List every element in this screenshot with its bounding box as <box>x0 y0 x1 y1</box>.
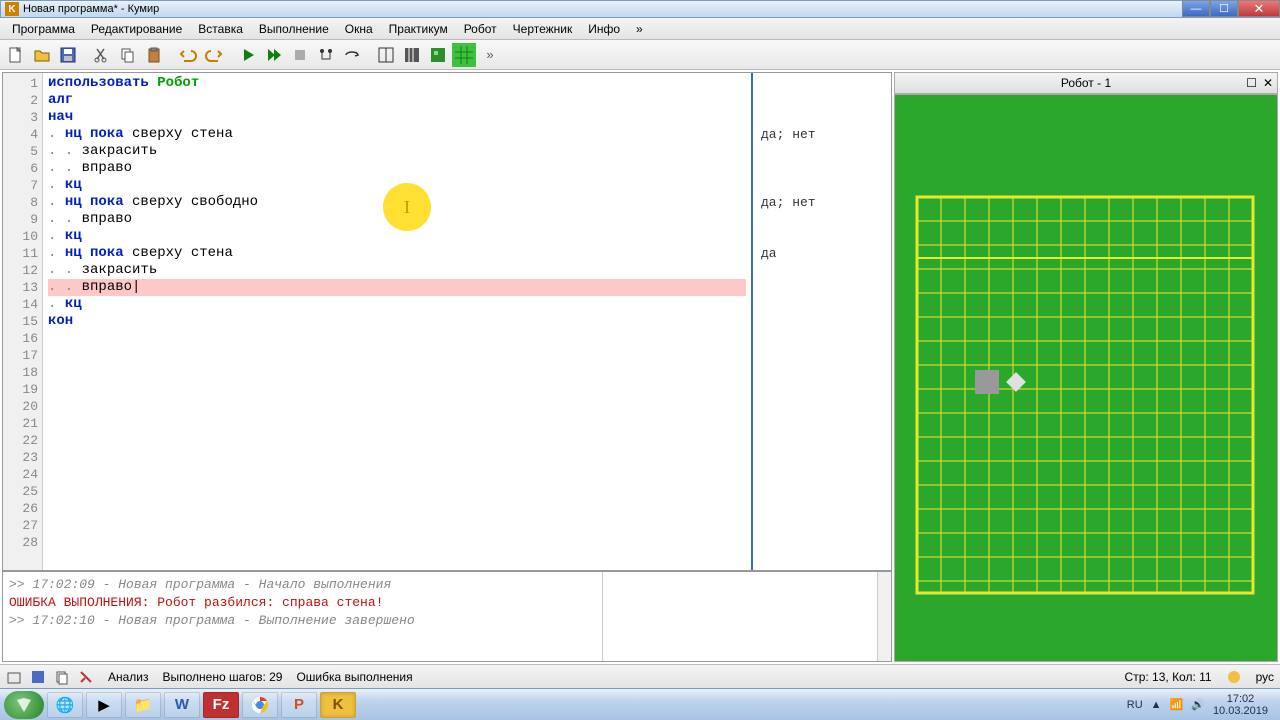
task-ppt[interactable]: P <box>281 692 317 718</box>
paste-button[interactable] <box>142 43 166 67</box>
scrollbar[interactable] <box>877 572 891 661</box>
status-lang: рус <box>1256 670 1274 684</box>
status-steps: Выполнено шагов: 29 <box>163 670 283 684</box>
titlebar[interactable]: K Новая программа* - Кумир — ☐ ✕ <box>0 0 1280 18</box>
menu-»[interactable]: » <box>628 20 651 38</box>
open-file-button[interactable] <box>30 43 54 67</box>
status-icon-2[interactable] <box>30 669 46 685</box>
save-button[interactable] <box>56 43 80 67</box>
step-over-button[interactable] <box>340 43 364 67</box>
menu-Вставка[interactable]: Вставка <box>190 20 251 38</box>
taskbar: 🌐 ▶ 📁 W Fz P K RU ▲ 📶 🔊 17:02 10.03.2019 <box>0 688 1280 720</box>
app-window: K Новая программа* - Кумир — ☐ ✕ Програм… <box>0 0 1280 720</box>
tray-clock[interactable]: 17:02 10.03.2019 <box>1213 693 1268 717</box>
task-word[interactable]: W <box>164 692 200 718</box>
status-position: Стр: 13, Кол: 11 <box>1125 670 1212 684</box>
task-kumir[interactable]: K <box>320 692 356 718</box>
tray-net-icon[interactable]: 📶 <box>1170 698 1184 711</box>
minimize-button[interactable]: — <box>1182 0 1210 17</box>
robot-restore-icon[interactable]: ☐ <box>1246 76 1257 90</box>
layout2-button[interactable] <box>400 43 424 67</box>
window-title: Новая программа* - Кумир <box>23 3 1275 15</box>
robot-grid <box>915 195 1255 615</box>
statusbar: Анализ Выполнено шагов: 29 Ошибка выполн… <box>0 664 1280 688</box>
menu-Практикум[interactable]: Практикум <box>381 20 456 38</box>
notify-icon[interactable] <box>1226 669 1242 685</box>
robot-view-button[interactable] <box>426 43 450 67</box>
tray-lang[interactable]: RU <box>1127 699 1143 711</box>
tray-flag-icon[interactable]: ▲ <box>1151 699 1162 711</box>
menu-Чертежник[interactable]: Чертежник <box>505 20 581 38</box>
robot-pane: Робот - 1 ☐ ✕ <box>894 72 1278 662</box>
code-editor[interactable]: 1234567891011121314151617181920212223242… <box>3 73 891 571</box>
console[interactable]: >> 17:02:09 - Новая программа - Начало в… <box>3 571 891 661</box>
start-button[interactable] <box>4 691 44 719</box>
robot-field[interactable] <box>894 94 1278 662</box>
menu-Окна[interactable]: Окна <box>337 20 381 38</box>
status-icon-3[interactable] <box>54 669 70 685</box>
menu-Выполнение[interactable]: Выполнение <box>251 20 337 38</box>
run-button[interactable] <box>236 43 260 67</box>
menu-Редактирование[interactable]: Редактирование <box>83 20 190 38</box>
status-icon-4[interactable] <box>78 669 94 685</box>
close-button[interactable]: ✕ <box>1238 0 1280 17</box>
task-media[interactable]: ▶ <box>86 692 122 718</box>
undo-button[interactable] <box>176 43 200 67</box>
menu-Робот[interactable]: Робот <box>456 20 505 38</box>
new-file-button[interactable] <box>4 43 28 67</box>
more-button[interactable]: » <box>478 43 502 67</box>
status-icon-1[interactable] <box>6 669 22 685</box>
task-ie[interactable]: 🌐 <box>47 692 83 718</box>
status-error: Ошибка выполнения <box>296 670 412 684</box>
editor-pane: 1234567891011121314151617181920212223242… <box>2 72 892 662</box>
stop-button[interactable] <box>288 43 312 67</box>
task-explorer[interactable]: 📁 <box>125 692 161 718</box>
menu-Программа[interactable]: Программа <box>4 20 83 38</box>
robot-title-text: Робот - 1 <box>1061 76 1111 90</box>
layout1-button[interactable] <box>374 43 398 67</box>
task-chrome[interactable] <box>242 692 278 718</box>
app-icon: K <box>5 2 19 16</box>
cut-button[interactable] <box>90 43 114 67</box>
cursor-highlight: I <box>383 183 431 231</box>
system-tray[interactable]: RU ▲ 📶 🔊 17:02 10.03.2019 <box>1119 693 1276 717</box>
step-into-button[interactable] <box>314 43 338 67</box>
task-filezilla[interactable]: Fz <box>203 692 239 718</box>
grid-button[interactable] <box>452 43 476 67</box>
menubar: ПрограммаРедактированиеВставкаВыполнение… <box>0 18 1280 40</box>
redo-button[interactable] <box>202 43 226 67</box>
step-button[interactable] <box>262 43 286 67</box>
line-gutter: 1234567891011121314151617181920212223242… <box>3 73 43 570</box>
menu-Инфо[interactable]: Инфо <box>580 20 628 38</box>
status-analysis: Анализ <box>108 670 149 684</box>
maximize-button[interactable]: ☐ <box>1210 0 1238 17</box>
tray-sound-icon[interactable]: 🔊 <box>1191 698 1205 711</box>
robot-close-icon[interactable]: ✕ <box>1263 76 1273 90</box>
robot-titlebar[interactable]: Робот - 1 ☐ ✕ <box>894 72 1278 94</box>
copy-button[interactable] <box>116 43 140 67</box>
toolbar: » <box>0 40 1280 70</box>
